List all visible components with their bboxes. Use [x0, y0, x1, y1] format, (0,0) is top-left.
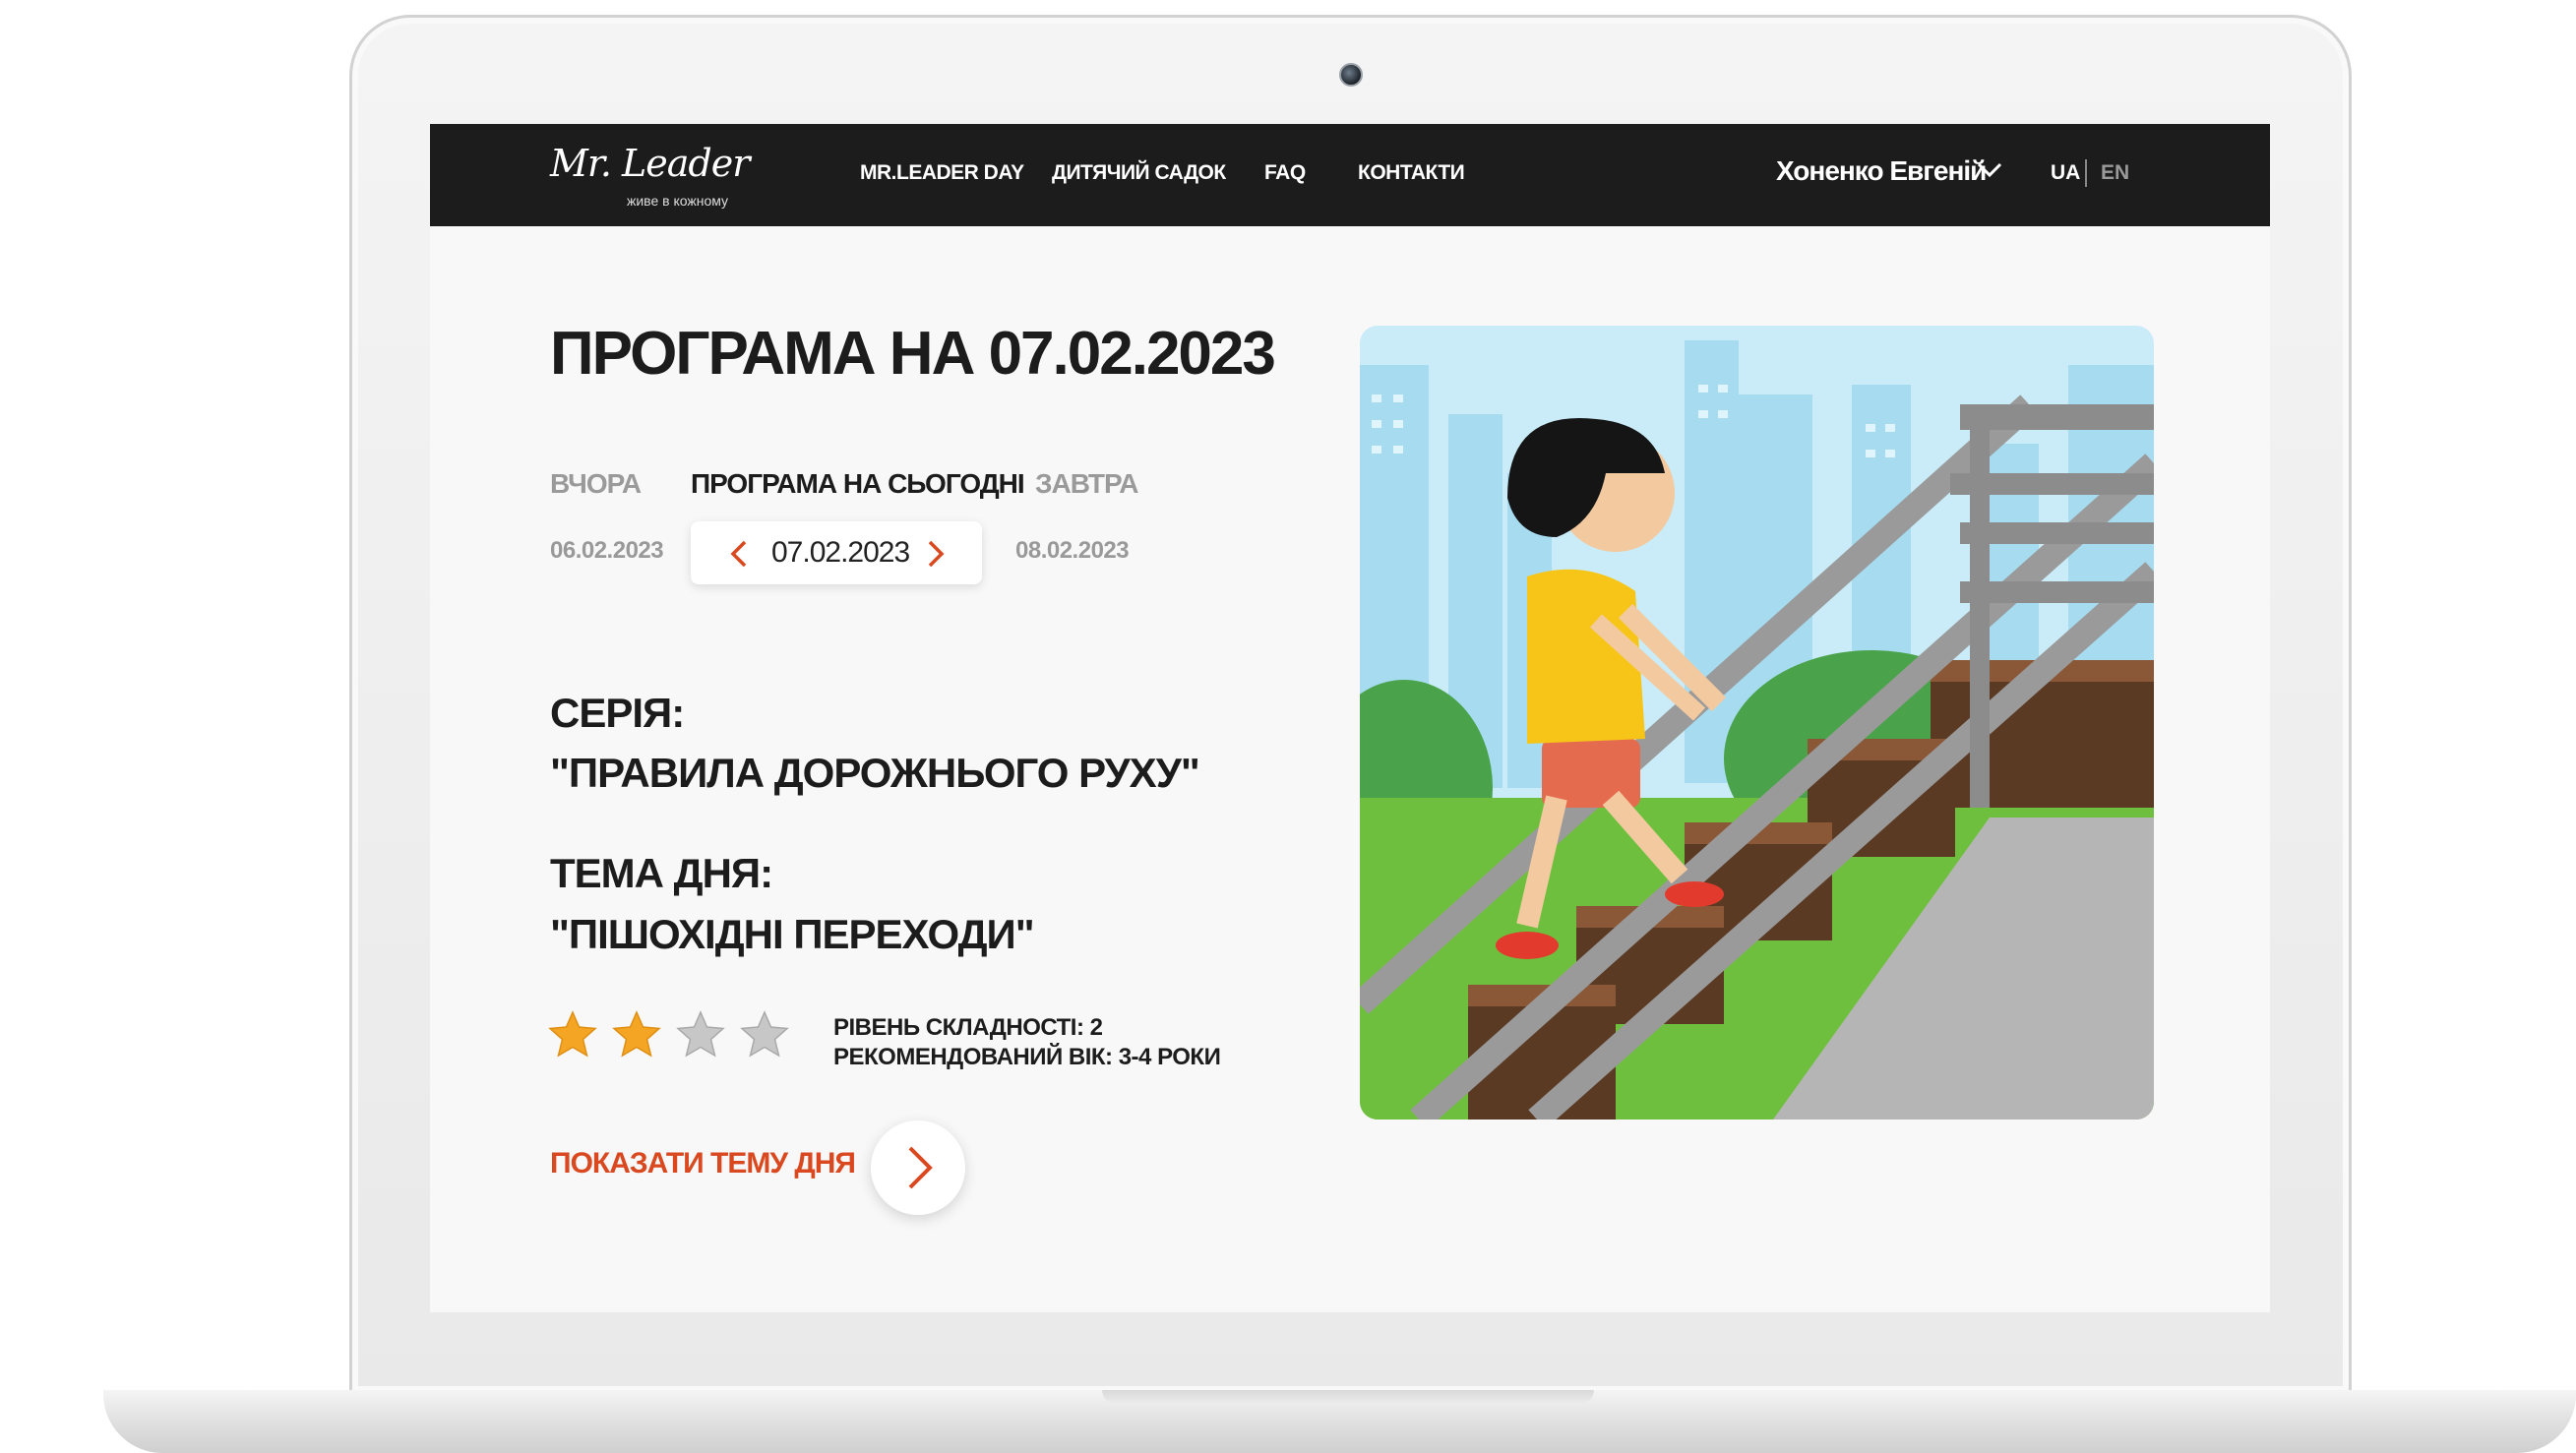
- logo-wordmark: Mr. Leader: [550, 142, 750, 185]
- chevron-right-icon[interactable]: [927, 539, 945, 569]
- top-navigation: Mr. Leader живе в кожному MR.LEADER DAY …: [430, 124, 2270, 226]
- page-title: ПРОГРАМА НА 07.02.2023: [550, 320, 1276, 388]
- series-title: "ПРАВИЛА ДОРОЖНЬОГО РУХУ": [550, 750, 1200, 796]
- language-en[interactable]: EN: [2101, 161, 2129, 185]
- recommended-age: РЕКОМЕНДОВАНИЙ ВІК: 3-4 РОКИ: [833, 1044, 1221, 1070]
- date-selector: 07.02.2023: [691, 521, 982, 584]
- star-icon: [676, 1010, 725, 1058]
- star-icon: [740, 1010, 789, 1058]
- webcam: [1339, 63, 1363, 87]
- nav-link-kindergarten[interactable]: ДИТЯЧИЙ САДОК: [1052, 161, 1226, 185]
- current-date: 07.02.2023: [771, 536, 910, 569]
- next-date[interactable]: 08.02.2023: [1015, 537, 1130, 565]
- nav-link-faq[interactable]: FAQ: [1264, 161, 1306, 185]
- nav-link-contacts[interactable]: КОНТАКТИ: [1358, 161, 1465, 185]
- laptop-notch: [1102, 1390, 1594, 1404]
- topic-illustration: [1360, 326, 2154, 1120]
- chevron-left-icon[interactable]: [730, 539, 748, 569]
- brand-logo[interactable]: Mr. Leader живе в кожному: [550, 142, 750, 209]
- day-tab-yesterday[interactable]: ВЧОРА: [550, 468, 642, 500]
- star-icon: [548, 1010, 597, 1058]
- show-topic-button[interactable]: [871, 1120, 965, 1215]
- day-tab-tomorrow[interactable]: ЗАВТРА: [1035, 468, 1138, 500]
- series-label: СЕРІЯ:: [550, 690, 685, 736]
- star-icon: [612, 1010, 661, 1058]
- child-climbing-stairs-image: [1360, 326, 2154, 1120]
- nav-link-mr-leader-day[interactable]: MR.LEADER DAY: [860, 161, 1024, 185]
- chevron-down-icon[interactable]: [1977, 161, 2002, 179]
- prev-date[interactable]: 06.02.2023: [550, 537, 664, 565]
- screen: Mr. Leader живе в кожному MR.LEADER DAY …: [430, 124, 2270, 1312]
- language-divider: [2085, 159, 2087, 187]
- logo-tagline: живе в кожному: [627, 193, 729, 209]
- day-tab-today[interactable]: ПРОГРАМА НА СЬОГОДНІ: [691, 468, 1025, 500]
- arrow-right-icon: [908, 1146, 933, 1189]
- user-name[interactable]: Хоненко Евгеній: [1776, 155, 1987, 187]
- show-topic-link[interactable]: ПОКАЗАТИ ТЕМУ ДНЯ: [550, 1147, 856, 1181]
- topic-label: ТЕМА ДНЯ:: [550, 850, 773, 896]
- difficulty-level: РІВЕНЬ СКЛАДНОСТІ: 2: [833, 1014, 1103, 1041]
- topic-title: "ПІШОХІДНІ ПЕРЕХОДИ": [550, 911, 1035, 957]
- language-ua[interactable]: UA: [2051, 161, 2080, 185]
